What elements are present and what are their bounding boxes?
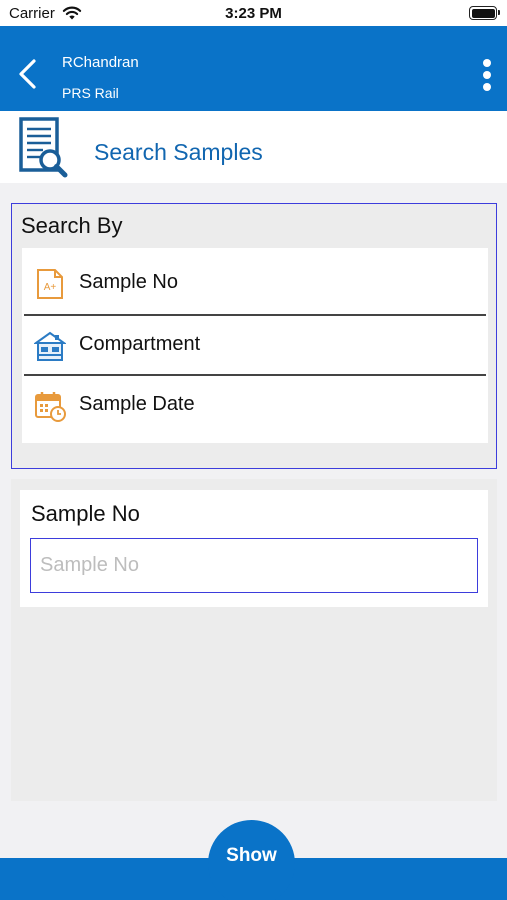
battery-icon [469, 6, 500, 20]
page-title-bar: Search Samples [0, 111, 507, 183]
option-sample-date[interactable]: Sample Date [22, 376, 488, 436]
sample-no-card: Sample No [20, 490, 488, 607]
header-subtitle: PRS Rail [62, 85, 119, 101]
document-search-icon [19, 117, 68, 178]
more-menu-icon[interactable] [479, 59, 495, 91]
clock: 3:23 PM [225, 5, 282, 22]
app-header: RChandran PRS Rail [0, 26, 507, 111]
option-label: Sample Date [79, 393, 195, 415]
grade-doc-icon: A+ [37, 269, 63, 299]
svg-text:A+: A+ [44, 282, 57, 293]
calendar-clock-icon [35, 392, 66, 422]
sample-no-input[interactable] [30, 538, 478, 593]
search-options-list: A+ Sample No Compartment Sample Date [22, 248, 488, 443]
compartment-icon [34, 331, 66, 361]
page-title: Search Samples [94, 139, 263, 165]
user-name: RChandran [62, 54, 139, 71]
option-label: Sample No [79, 271, 178, 293]
option-compartment[interactable]: Compartment [22, 316, 488, 376]
search-by-panel: Search By A+ Sample No Compartment Sampl… [11, 203, 497, 469]
status-bar: Carrier 3:23 PM [0, 0, 507, 26]
search-by-heading: Search By [21, 213, 123, 238]
back-icon[interactable] [14, 56, 42, 92]
sample-no-panel: Sample No [11, 479, 497, 801]
option-sample-no[interactable]: A+ Sample No [22, 254, 488, 314]
sample-no-label: Sample No [31, 501, 140, 526]
show-button[interactable]: Show [208, 820, 295, 900]
option-label: Compartment [79, 333, 201, 355]
